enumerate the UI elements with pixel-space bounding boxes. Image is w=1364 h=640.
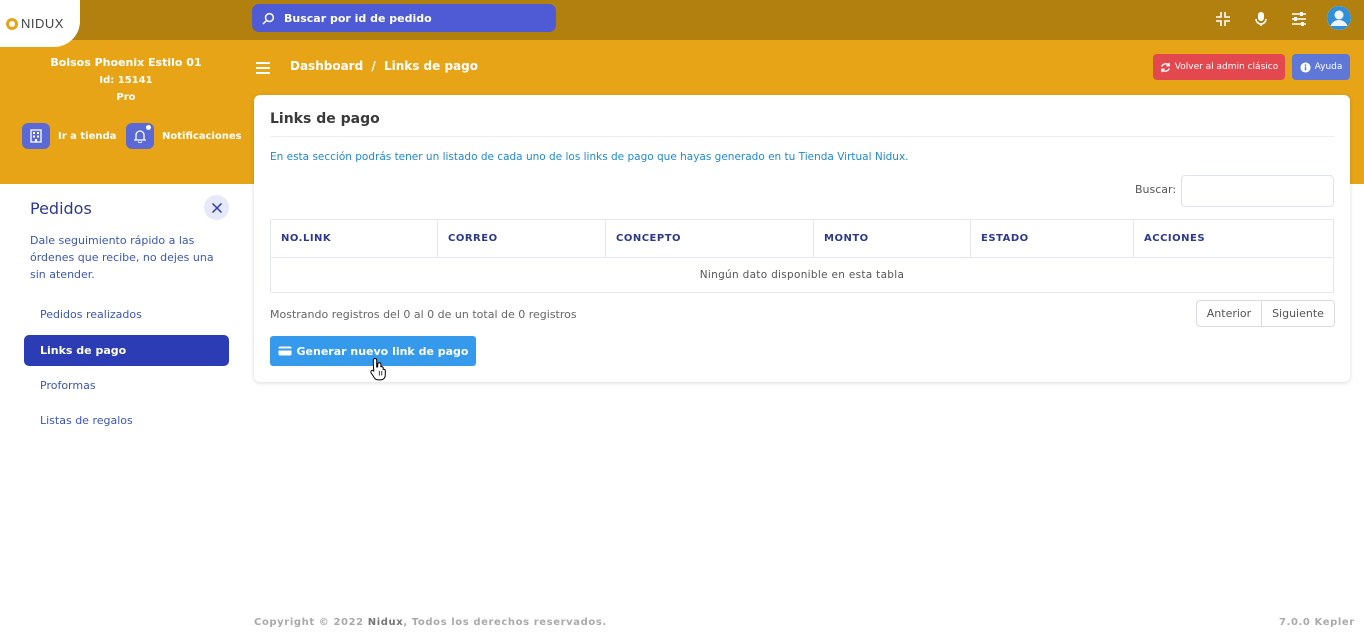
column-header-correo[interactable]: CORREO (437, 219, 606, 258)
close-sidebar-button[interactable] (204, 195, 229, 220)
card-description: En esta sección podrás tener un listado … (270, 151, 909, 163)
records-info: Mostrando registros del 0 al 0 de un tot… (270, 308, 577, 321)
bell-icon (126, 123, 154, 149)
copyright-prefix: Copyright © 2022 (254, 617, 368, 628)
logo-text: NIDUX (21, 16, 64, 31)
help-button[interactable]: Ayuda (1292, 54, 1350, 80)
refresh-icon (1160, 62, 1170, 72)
next-page-button[interactable]: Siguiente (1262, 301, 1334, 326)
sidebar-title: Pedidos (30, 199, 92, 218)
top-bar (0, 0, 1364, 40)
menu-toggle-icon[interactable] (256, 62, 270, 74)
table-search-label: Buscar: (1135, 183, 1177, 196)
breadcrumb-dashboard[interactable]: Dashboard (290, 59, 363, 73)
microphone-icon[interactable] (1250, 8, 1272, 30)
card-title: Links de pago (270, 111, 380, 127)
hand-pointer-cursor-icon (370, 357, 386, 381)
notifications-label: Notificaciones (162, 130, 242, 142)
sidebar-item-proformas[interactable]: Proformas (24, 370, 229, 401)
credit-card-icon (278, 346, 291, 356)
breadcrumb: Dashboard / Links de pago (290, 59, 478, 73)
table-search-input[interactable] (1181, 175, 1334, 207)
breadcrumb-separator: / (371, 59, 376, 73)
logo[interactable]: NIDUX (0, 0, 80, 47)
close-icon (211, 202, 222, 213)
classic-admin-button[interactable]: Volver al admin clásico (1153, 54, 1285, 80)
table-row: Ningún dato disponible en esta tabla (271, 258, 1334, 293)
compress-icon[interactable] (1212, 8, 1234, 30)
pagination: Anterior Siguiente (1196, 300, 1335, 327)
column-header-monto[interactable]: MONTO (813, 219, 971, 258)
user-avatar-icon[interactable] (1327, 6, 1351, 30)
go-to-store-button[interactable]: Ir a tienda (22, 123, 116, 149)
help-label: Ayuda (1314, 62, 1343, 72)
generate-payment-link-label: Generar nuevo link de pago (296, 344, 469, 358)
divider (270, 136, 1334, 137)
payment-links-table: NO.LINK CORREO CONCEPTO MONTO ESTADO ACC… (270, 219, 1334, 293)
table-header-row: NO.LINK CORREO CONCEPTO MONTO ESTADO ACC… (270, 219, 1334, 258)
info-icon (1300, 61, 1311, 73)
notifications-button[interactable]: Notificaciones (126, 123, 242, 149)
store-id: Id: 15141 (99, 75, 153, 86)
column-header-no-link[interactable]: NO.LINK (270, 219, 438, 258)
copyright-brand: Nidux (367, 617, 404, 628)
footer-copyright: Copyright © 2022 Nidux, Todos los derech… (254, 617, 607, 628)
order-search-bar[interactable] (252, 4, 556, 32)
column-header-estado[interactable]: ESTADO (970, 219, 1134, 258)
store-building-icon (22, 123, 50, 149)
copyright-suffix: , Todos los derechos reservados. (403, 617, 607, 628)
breadcrumb-current: Links de pago (383, 59, 478, 73)
column-header-concepto[interactable]: CONCEPTO (605, 219, 814, 258)
classic-admin-label: Volver al admin clásico (1174, 62, 1279, 72)
footer-version: 7.0.0 Kepler (1279, 617, 1355, 628)
store-name: Bolsos Phoenix Estilo 01 (50, 56, 202, 69)
sliders-icon[interactable] (1288, 8, 1310, 30)
logo-ring-icon (6, 17, 18, 30)
go-to-store-label: Ir a tienda (58, 130, 117, 142)
column-header-acciones[interactable]: ACCIONES (1133, 219, 1334, 258)
sidebar-item-listas-de-regalos[interactable]: Listas de regalos (24, 405, 229, 436)
search-icon (262, 12, 275, 24)
empty-table-message: Ningún dato disponible en esta tabla (699, 269, 905, 281)
sidebar-description: Dale seguimiento rápido a las órdenes qu… (30, 234, 214, 281)
payment-links-card: Links de pago En esta sección podrás ten… (254, 95, 1350, 382)
store-plan: Pro (116, 92, 136, 103)
sidebar-item-pedidos-realizados[interactable]: Pedidos realizados (24, 299, 229, 330)
notification-dot (146, 125, 151, 130)
previous-page-button[interactable]: Anterior (1197, 301, 1262, 326)
order-search-input[interactable] (284, 11, 534, 25)
sidebar-item-links-de-pago[interactable]: Links de pago (24, 335, 229, 366)
